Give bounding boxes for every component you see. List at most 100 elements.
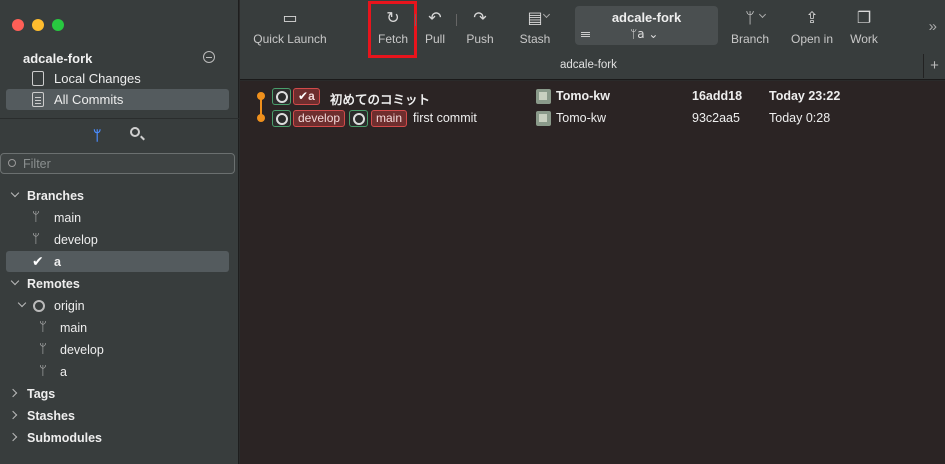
nav-local-changes-label: Local Changes bbox=[54, 71, 141, 86]
push-label: Push bbox=[466, 32, 494, 46]
sidebar: adcale-fork Local Changes All Commits ᛘ … bbox=[0, 0, 239, 464]
chevron-down-icon bbox=[17, 298, 27, 308]
chevron-down-icon bbox=[10, 276, 20, 286]
remote-branch-develop[interactable]: ᛘ develop bbox=[6, 339, 229, 360]
toolbar-separator bbox=[456, 14, 457, 26]
nav-all-commits-label: All Commits bbox=[54, 92, 124, 107]
branch-tag-main: main bbox=[371, 110, 408, 127]
section-submodules[interactable]: Submodules bbox=[6, 427, 229, 448]
repo-selector[interactable]: adcale-fork ᛘa ⌄ bbox=[575, 6, 718, 45]
repo-menu-icon[interactable] bbox=[203, 51, 215, 63]
pull-button[interactable]: ↶ Pull bbox=[420, 7, 450, 51]
remote-branch-main[interactable]: ᛘ main bbox=[6, 317, 229, 338]
repo-selector-branch-label: a bbox=[637, 27, 645, 41]
remote-origin[interactable]: origin bbox=[6, 295, 229, 316]
share-icon: ⇪ bbox=[805, 8, 819, 27]
commit-message: 初めてのコミット bbox=[330, 93, 431, 107]
commit-list: ✔a 初めてのコミット Tomo-kw 16add18 Today 23:22 … bbox=[240, 81, 945, 464]
local-changes-icon bbox=[32, 71, 44, 86]
stash-icon: ▤ bbox=[527, 8, 543, 27]
sidebar-tabs: ᛘ bbox=[0, 126, 239, 146]
branch-icon: ᛘ bbox=[39, 364, 47, 379]
commit-hash: 16add18 bbox=[692, 89, 743, 103]
branch-item-develop[interactable]: ᛘ develop bbox=[6, 229, 229, 250]
section-stashes[interactable]: Stashes bbox=[6, 405, 229, 426]
branch-tag: ✔a bbox=[293, 88, 320, 105]
section-remotes-label: Remotes bbox=[27, 276, 80, 291]
commit-hash: 93c2aa5 bbox=[692, 111, 740, 125]
sidebar-divider bbox=[0, 118, 239, 119]
stash-label: Stash bbox=[519, 32, 551, 46]
chevron-right-icon bbox=[8, 388, 18, 398]
window-controls bbox=[12, 19, 64, 31]
push-button[interactable]: ↷ Push bbox=[462, 7, 498, 51]
toolbar-separator bbox=[415, 14, 416, 26]
new-tab-button[interactable]: + bbox=[923, 54, 945, 78]
remote-branch-label: main bbox=[60, 320, 88, 335]
fetch-icon: ↻ bbox=[386, 8, 400, 27]
list-icon bbox=[581, 32, 590, 33]
quick-launch-button[interactable]: ▭ Quick Launch bbox=[252, 7, 328, 51]
commit-date: Today 0:28 bbox=[769, 111, 831, 125]
zoom-window-button[interactable] bbox=[52, 19, 64, 31]
pull-icon: ↶ bbox=[428, 8, 442, 27]
nav-local-changes[interactable]: Local Changes bbox=[6, 68, 229, 89]
github-remote-tag-icon bbox=[349, 110, 368, 127]
pull-label: Pull bbox=[424, 32, 445, 46]
chevron-right-icon bbox=[8, 432, 18, 442]
chevron-right-icon bbox=[8, 410, 18, 420]
folder-icon: ▭ bbox=[282, 8, 298, 27]
close-window-button[interactable] bbox=[12, 19, 24, 31]
all-commits-icon bbox=[32, 92, 44, 107]
commit-message: first commit bbox=[413, 111, 477, 125]
open-in-button[interactable]: ⇪ Open in bbox=[790, 7, 834, 51]
branch-icon: ᛘ bbox=[745, 8, 755, 27]
section-remotes[interactable]: Remotes bbox=[6, 273, 229, 294]
github-icon bbox=[33, 299, 45, 312]
section-tags[interactable]: Tags bbox=[6, 383, 229, 404]
section-stashes-label: Stashes bbox=[27, 408, 75, 423]
branch-icon: ᛘ bbox=[39, 342, 47, 357]
github-remote-tag-icon bbox=[272, 110, 291, 127]
remote-branch-a[interactable]: ᛘ a bbox=[6, 361, 229, 382]
remote-branch-label: develop bbox=[60, 342, 104, 357]
section-tags-label: Tags bbox=[27, 386, 56, 401]
fetch-label: Fetch bbox=[377, 32, 408, 46]
branch-item-label: a bbox=[54, 254, 61, 269]
repo-selector-branch: ᛘa ⌄ bbox=[630, 27, 659, 41]
branch-label: Branch bbox=[730, 32, 770, 46]
github-remote-tag-icon bbox=[272, 88, 291, 105]
push-icon: ↷ bbox=[473, 8, 487, 27]
checkmark-icon: ✔ bbox=[298, 89, 309, 103]
open-in-label: Open in bbox=[790, 32, 834, 46]
commit-author: Tomo-kw bbox=[556, 111, 607, 125]
chevron-down-icon bbox=[10, 188, 20, 198]
work-button[interactable]: ❐ Work bbox=[846, 7, 882, 51]
branch-item-main[interactable]: ᛘ main bbox=[6, 207, 229, 228]
overflow-icon[interactable]: » bbox=[929, 18, 937, 35]
section-branches-label: Branches bbox=[27, 188, 84, 203]
section-submodules-label: Submodules bbox=[27, 430, 103, 445]
branch-icon: ᛘ bbox=[32, 210, 40, 225]
branch-item-label: develop bbox=[54, 232, 98, 247]
minimize-window-button[interactable] bbox=[32, 19, 44, 31]
repo-name: adcale-fork bbox=[23, 51, 93, 66]
branch-item-a[interactable]: ✔ a bbox=[6, 251, 229, 272]
section-branches[interactable]: Branches bbox=[6, 185, 229, 206]
filter-input[interactable] bbox=[23, 156, 223, 172]
filter-search-icon bbox=[8, 159, 16, 167]
filter-field[interactable] bbox=[0, 153, 235, 174]
branch-tag-label: a bbox=[308, 89, 315, 103]
commit-row[interactable]: ✔a 初めてのコミット Tomo-kw 16add18 Today 23:22 bbox=[240, 86, 945, 107]
branch-tag-develop: develop bbox=[293, 110, 346, 127]
fetch-button[interactable]: ↻ Fetch bbox=[373, 7, 413, 51]
repo-selector-title: adcale-fork bbox=[611, 10, 682, 25]
commit-row[interactable]: develop main first commit Tomo-kw 93c2aa… bbox=[240, 108, 945, 128]
commit-author: Tomo-kw bbox=[556, 89, 610, 103]
nav-all-commits[interactable]: All Commits bbox=[6, 89, 229, 110]
tab-title[interactable]: adcale-fork bbox=[560, 59, 617, 71]
remote-branch-label: a bbox=[60, 364, 67, 379]
branches-tab-icon[interactable]: ᛘ bbox=[93, 127, 101, 143]
toolbar: ▭ Quick Launch ↻ Fetch ↶ Pull ↷ Push ▤ S… bbox=[240, 0, 945, 80]
search-tab-icon[interactable] bbox=[130, 127, 140, 137]
